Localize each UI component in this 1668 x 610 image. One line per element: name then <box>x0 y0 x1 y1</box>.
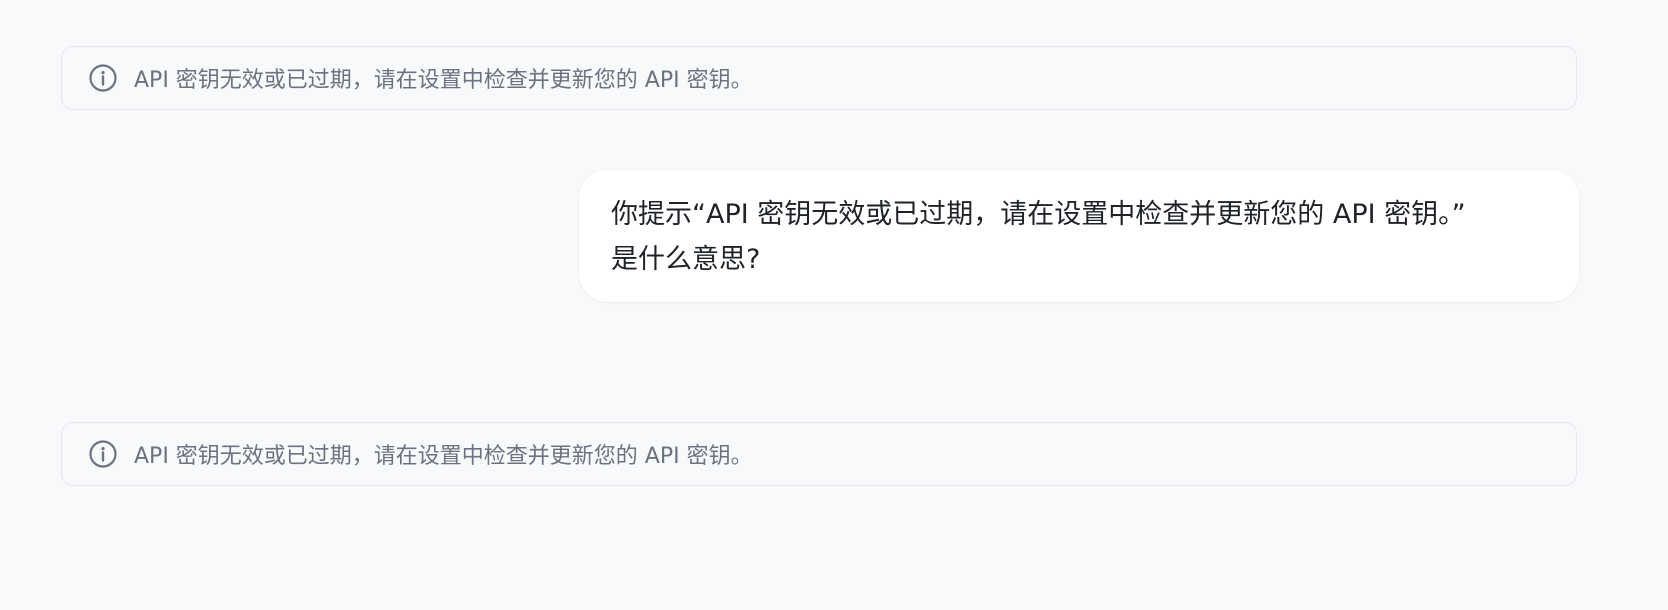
error-notice: API 密钥无效或已过期，请在设置中检查并更新您的 API 密钥。 <box>61 422 1577 486</box>
error-notice: API 密钥无效或已过期，请在设置中检查并更新您的 API 密钥。 <box>61 46 1577 110</box>
notice-text: API 密钥无效或已过期，请在设置中检查并更新您的 API 密钥。 <box>134 444 753 469</box>
notice-text: API 密钥无效或已过期，请在设置中检查并更新您的 API 密钥。 <box>134 68 753 93</box>
user-message-bubble: 你提示“API 密钥无效或已过期，请在设置中检查并更新您的 API 密钥。” 是… <box>579 170 1579 302</box>
info-icon <box>88 439 118 469</box>
info-icon <box>88 63 118 93</box>
user-message-line-1: 你提示“API 密钥无效或已过期，请在设置中检查并更新您的 API 密钥。” <box>611 199 1466 230</box>
user-message-line-2: 是什么意思? <box>611 244 761 275</box>
